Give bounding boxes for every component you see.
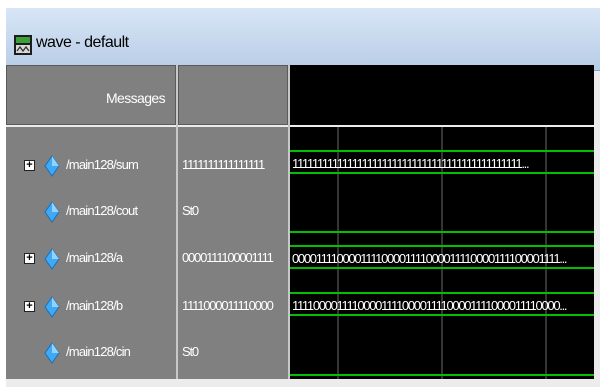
expand-icon[interactable]: +	[24, 253, 35, 264]
expand-icon[interactable]: +	[24, 160, 35, 171]
bus-value-b: 1111000011110000111100001111000011110000…	[292, 298, 568, 313]
signal-name: /main128/cin	[66, 344, 131, 359]
signal-value-b: 1111000011110000	[182, 298, 274, 313]
bus-value-sum: 1111111111111111111111111111111111111111…	[292, 156, 530, 171]
signal-value-sum: 1111111111111111	[182, 157, 265, 172]
signal-diamond-icon	[44, 201, 60, 223]
window-title: wave - default	[36, 34, 129, 51]
bus-value-a: 0000111100001111000011110000111100001111…	[292, 251, 568, 266]
signal-diamond-icon	[44, 155, 60, 177]
wave-column-header[interactable]	[290, 65, 594, 125]
signal-diamond-icon	[44, 296, 60, 318]
messages-header-label: Messages	[105, 90, 166, 106]
signal-diamond-icon	[44, 248, 60, 270]
signal-values-pane: 1111111111111111 St0 0000111100001111 11…	[178, 127, 288, 379]
values-column-header[interactable]	[178, 65, 288, 125]
signal-name: /main128/b	[66, 298, 123, 313]
messages-column-header[interactable]: Messages	[6, 65, 176, 125]
signal-diamond-icon	[44, 342, 60, 364]
signal-names-pane: + /main128/sum /main128/cout + /main128/…	[6, 127, 176, 379]
signal-name: /main128/cout	[66, 203, 138, 218]
signal-name: /main128/sum	[66, 157, 139, 172]
signal-value-a: 0000111100001111	[182, 250, 274, 265]
signal-row-cout[interactable]: /main128/cout	[6, 198, 176, 226]
title-bar[interactable]: wave - default	[6, 8, 600, 71]
wave-window-icon	[14, 35, 32, 55]
signal-row-cin[interactable]: /main128/cin	[6, 339, 176, 367]
waveform-pane[interactable]: 1111111111111111111111111111111111111111…	[290, 127, 594, 379]
signal-row-sum[interactable]: + /main128/sum	[6, 152, 176, 180]
expand-icon[interactable]: +	[24, 301, 35, 312]
column-splitter[interactable]	[176, 65, 178, 379]
signal-row-a[interactable]: + /main128/a	[6, 245, 176, 273]
signal-value-cin: St0	[182, 344, 199, 359]
signal-name: /main128/a	[66, 250, 123, 265]
signal-row-b[interactable]: + /main128/b	[6, 293, 176, 321]
signal-value-cout: St0	[182, 203, 199, 218]
